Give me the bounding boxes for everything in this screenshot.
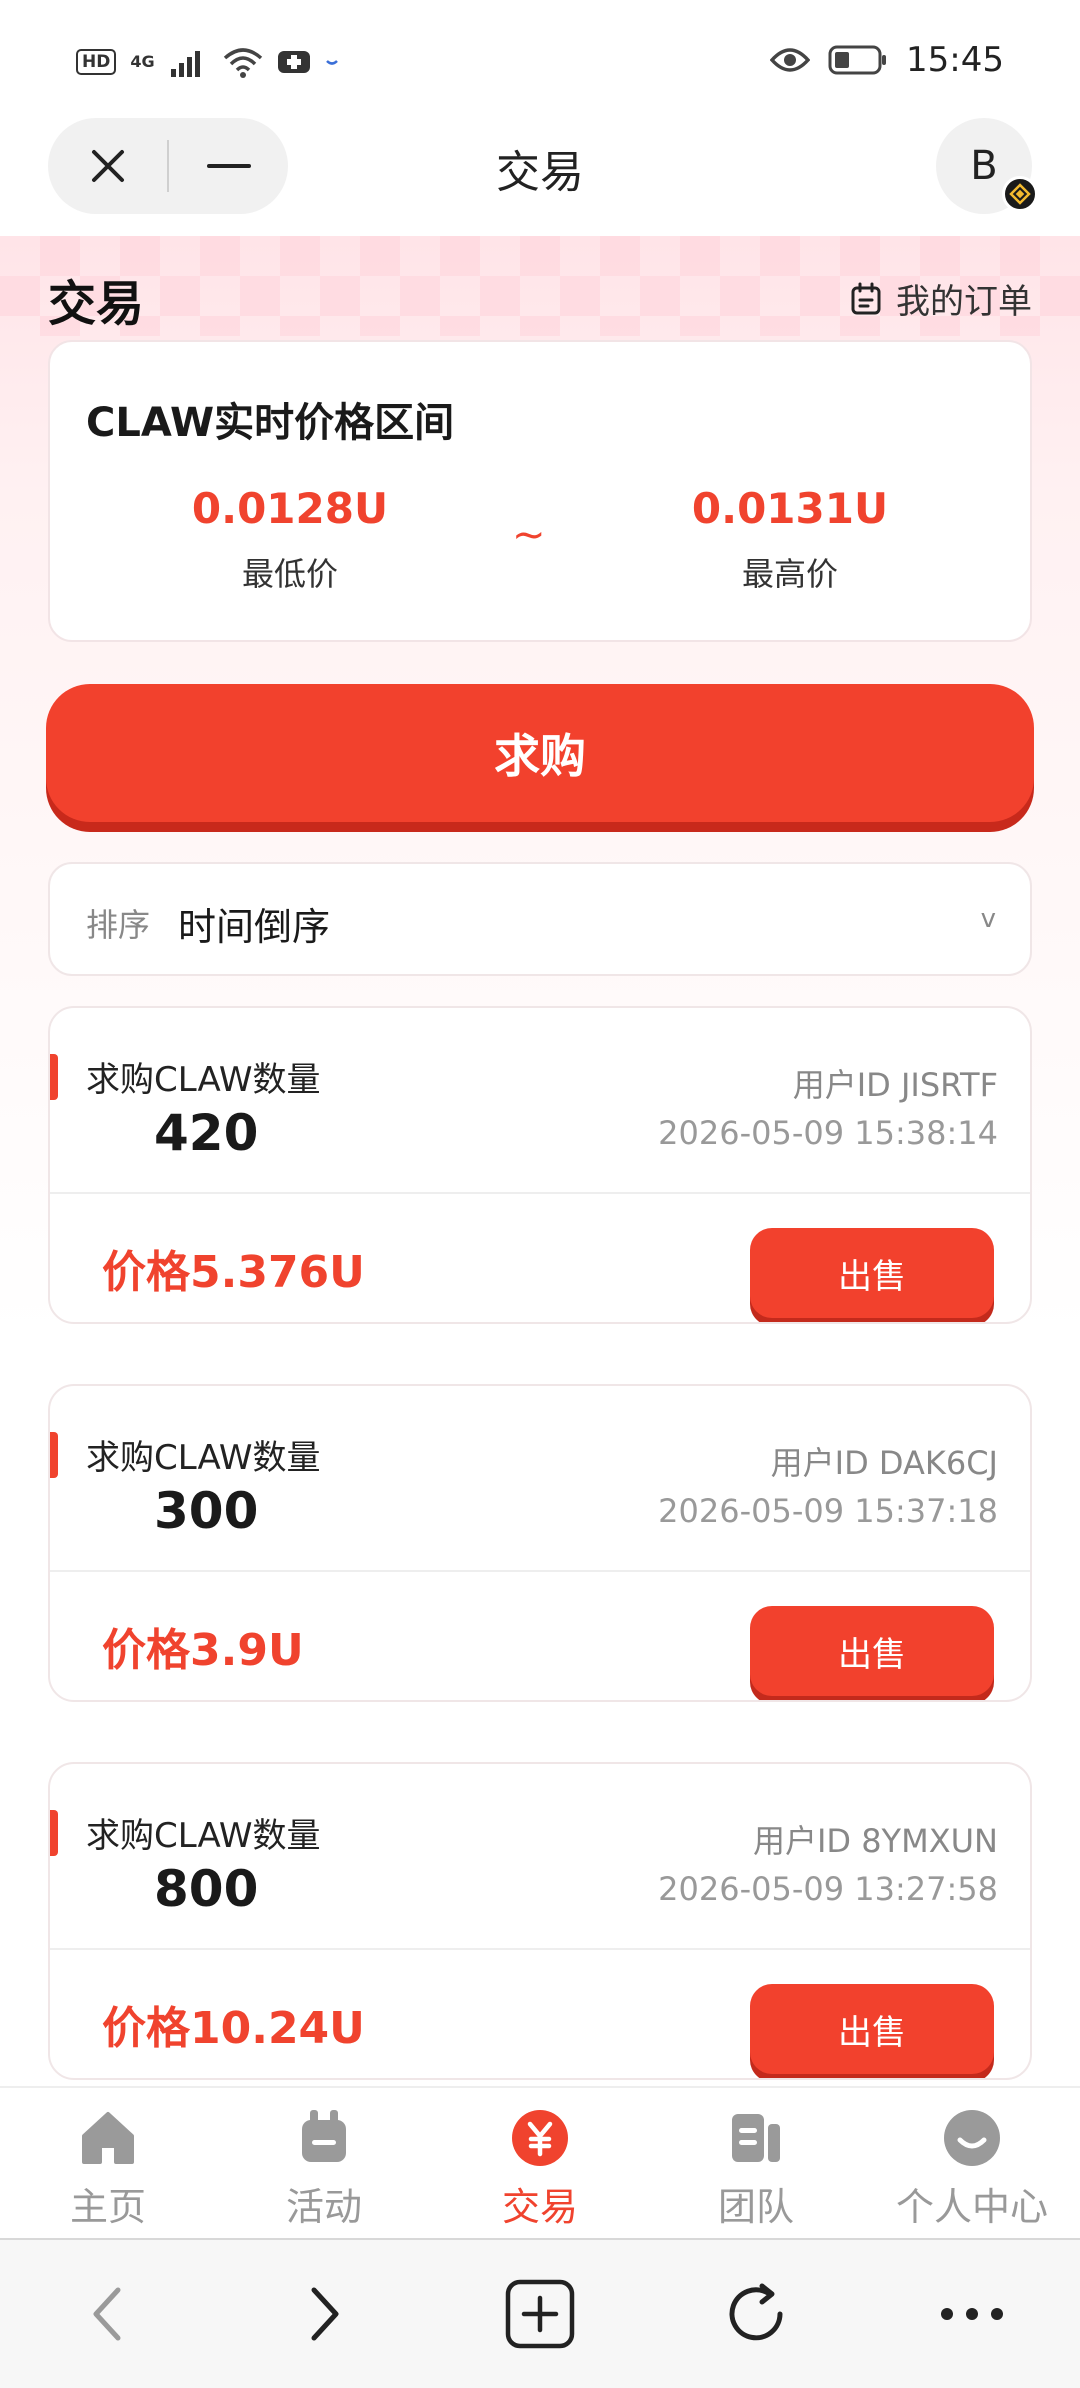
- tab-activity-label: 活动: [285, 2185, 362, 2229]
- order-card-top: 求购CLAW数量 800 用户ID 8YMXUN 2026-05-09 13:2…: [50, 1764, 1030, 1950]
- buy-request-button[interactable]: 求购: [46, 684, 1034, 822]
- order-qty-value: 800: [154, 1860, 259, 1918]
- more-button[interactable]: [864, 2240, 1080, 2388]
- forward-icon: [311, 2287, 339, 2341]
- sell-button[interactable]: 出售: [750, 1984, 994, 2074]
- profile-icon: [944, 2110, 1000, 2166]
- health-icon: [277, 51, 310, 73]
- back-button[interactable]: [0, 2240, 216, 2388]
- notification-dot-icon: [325, 60, 338, 65]
- sort-value: 时间倒序: [178, 905, 331, 949]
- battery-icon: [828, 45, 887, 75]
- section-header: 交易 我的订单: [48, 264, 1032, 332]
- order-price: 价格5.376U: [102, 1247, 365, 1298]
- my-orders-label: 我的订单: [896, 282, 1032, 322]
- new-tab-button[interactable]: [432, 2240, 648, 2388]
- eye-icon: [770, 48, 811, 72]
- sell-button[interactable]: 出售: [750, 1228, 994, 1318]
- order-accent-bar: [50, 1054, 58, 1100]
- order-qty-value: 420: [154, 1104, 259, 1162]
- order-price: 价格10.24U: [102, 2003, 365, 2054]
- bnb-badge-icon: [1002, 176, 1038, 212]
- order-card: 求购CLAW数量 300 用户ID DAK6CJ 2026-05-09 15:3…: [48, 1384, 1032, 1702]
- hd-icon: HD: [76, 49, 117, 75]
- sort-label: 排序: [86, 906, 151, 944]
- order-qty-label: 求购CLAW数量: [86, 1816, 321, 1856]
- new-tab-icon: [505, 2279, 575, 2349]
- order-time: 2026-05-09 13:27:58: [658, 1870, 998, 1908]
- tab-home[interactable]: 主页: [0, 2088, 216, 2238]
- wifi-icon: [223, 48, 262, 78]
- bottom-tab-bar: 主页 活动 交易 团队 个人中心: [0, 2086, 1080, 2238]
- team-icon: [732, 2114, 780, 2162]
- chevron-down-icon: v: [980, 904, 996, 934]
- price-range-title: CLAW实时价格区间: [86, 400, 455, 446]
- tab-team-label: 团队: [717, 2185, 794, 2229]
- refresh-button[interactable]: [648, 2240, 864, 2388]
- order-card: 求购CLAW数量 800 用户ID 8YMXUN 2026-05-09 13:2…: [48, 1762, 1032, 2080]
- order-price: 价格3.9U: [102, 1625, 304, 1676]
- order-user-id: 用户ID 8YMXUN: [752, 1822, 998, 1860]
- tab-activity[interactable]: 活动: [216, 2088, 432, 2238]
- tab-team[interactable]: 团队: [648, 2088, 864, 2238]
- tab-profile[interactable]: 个人中心: [864, 2088, 1080, 2238]
- tab-profile-label: 个人中心: [895, 2185, 1048, 2229]
- price-separator: ~: [512, 512, 546, 558]
- order-user-id: 用户ID DAK6CJ: [770, 1444, 998, 1482]
- order-qty-label: 求购CLAW数量: [86, 1438, 321, 1478]
- network-type: 4G: [130, 52, 155, 71]
- low-price-label: 最低价: [241, 555, 338, 593]
- order-accent-bar: [50, 1810, 58, 1856]
- sort-select[interactable]: 排序 时间倒序 v: [48, 862, 1032, 976]
- high-price-label: 最高价: [741, 555, 838, 593]
- my-orders-link[interactable]: 我的订单: [850, 274, 1032, 323]
- calendar-icon: [851, 282, 881, 314]
- order-card: 求购CLAW数量 420 用户ID JISRTF 2026-05-09 15:3…: [48, 1006, 1032, 1324]
- main-content: 交易 我的订单 CLAW实时价格区间 0.0128U 最低价 ~ 0.0131U…: [0, 236, 1080, 2086]
- high-price-value: 0.0131U: [691, 484, 889, 533]
- yuan-icon: [512, 2110, 568, 2166]
- high-price: 0.0131U 最高价: [640, 484, 940, 595]
- low-price: 0.0128U 最低价: [140, 484, 440, 595]
- browser-toolbar: [0, 2238, 1080, 2388]
- status-bar-right: 15:45: [770, 40, 1004, 80]
- order-accent-bar: [50, 1432, 58, 1478]
- order-qty-value: 300: [154, 1482, 259, 1540]
- avatar-letter: B: [970, 143, 998, 189]
- status-bar: HD 4G 15:45: [0, 0, 1080, 118]
- low-price-value: 0.0128U: [191, 484, 389, 533]
- sell-button[interactable]: 出售: [750, 1606, 994, 1696]
- signal-icon: [170, 51, 200, 77]
- activity-icon: [302, 2110, 346, 2162]
- order-time: 2026-05-09 15:37:18: [658, 1492, 998, 1530]
- tab-home-label: 主页: [69, 2185, 146, 2229]
- order-user-id: 用户ID JISRTF: [792, 1066, 998, 1104]
- tab-trade-label: 交易: [501, 2185, 578, 2229]
- status-bar-left: HD 4G: [76, 46, 339, 78]
- forward-button[interactable]: [216, 2240, 432, 2388]
- more-icon: [941, 2308, 1003, 2320]
- price-range-card: CLAW实时价格区间 0.0128U 最低价 ~ 0.0131U 最高价: [48, 340, 1032, 642]
- avatar[interactable]: B: [936, 118, 1038, 214]
- tab-trade[interactable]: 交易: [432, 2088, 648, 2238]
- status-time: 15:45: [906, 40, 1004, 80]
- order-time: 2026-05-09 15:38:14: [658, 1114, 998, 1152]
- order-qty-label: 求购CLAW数量: [86, 1060, 321, 1100]
- refresh-icon: [729, 2283, 783, 2341]
- back-icon: [93, 2287, 121, 2341]
- order-card-top: 求购CLAW数量 420 用户ID JISRTF 2026-05-09 15:3…: [50, 1008, 1030, 1194]
- page-title: 交易: [496, 147, 584, 198]
- home-icon: [82, 2112, 134, 2164]
- top-bar: 交易 B: [0, 118, 1080, 236]
- order-card-top: 求购CLAW数量 300 用户ID DAK6CJ 2026-05-09 15:3…: [50, 1386, 1030, 1572]
